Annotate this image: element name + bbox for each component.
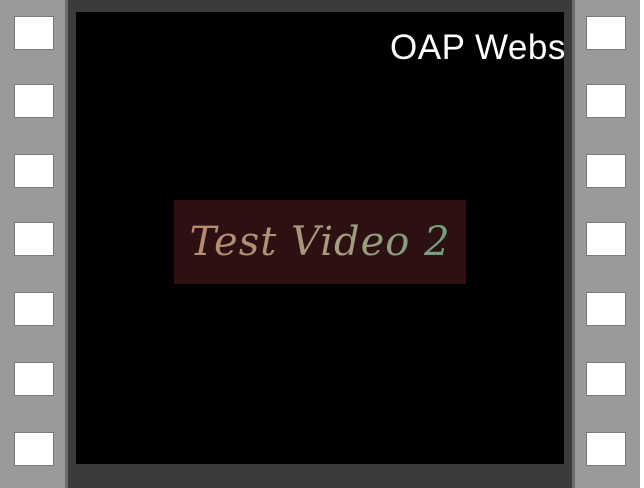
sprocket-hole — [586, 292, 626, 326]
sprocket-hole — [14, 222, 54, 256]
video-title: OAP Webs — [390, 28, 564, 67]
sprocket-hole — [14, 292, 54, 326]
sprocket-hole — [14, 362, 54, 396]
sprocket-hole — [14, 154, 54, 188]
title-card-text: Test Video 2 — [189, 219, 451, 265]
sprocket-hole — [586, 362, 626, 396]
video-area[interactable]: OAP Webs Test Video 2 — [76, 12, 564, 464]
sprocket-hole — [586, 84, 626, 118]
sprocket-hole — [14, 16, 54, 50]
film-strip-edge — [572, 0, 575, 488]
sprocket-hole — [586, 222, 626, 256]
sprocket-hole — [586, 154, 626, 188]
title-card: Test Video 2 — [174, 200, 466, 284]
sprocket-hole — [586, 432, 626, 466]
sprocket-hole — [14, 432, 54, 466]
film-strip-left — [0, 0, 68, 488]
sprocket-hole — [14, 84, 54, 118]
sprocket-hole — [586, 16, 626, 50]
film-strip-right — [572, 0, 640, 488]
film-player: OAP Webs Test Video 2 — [0, 0, 644, 488]
